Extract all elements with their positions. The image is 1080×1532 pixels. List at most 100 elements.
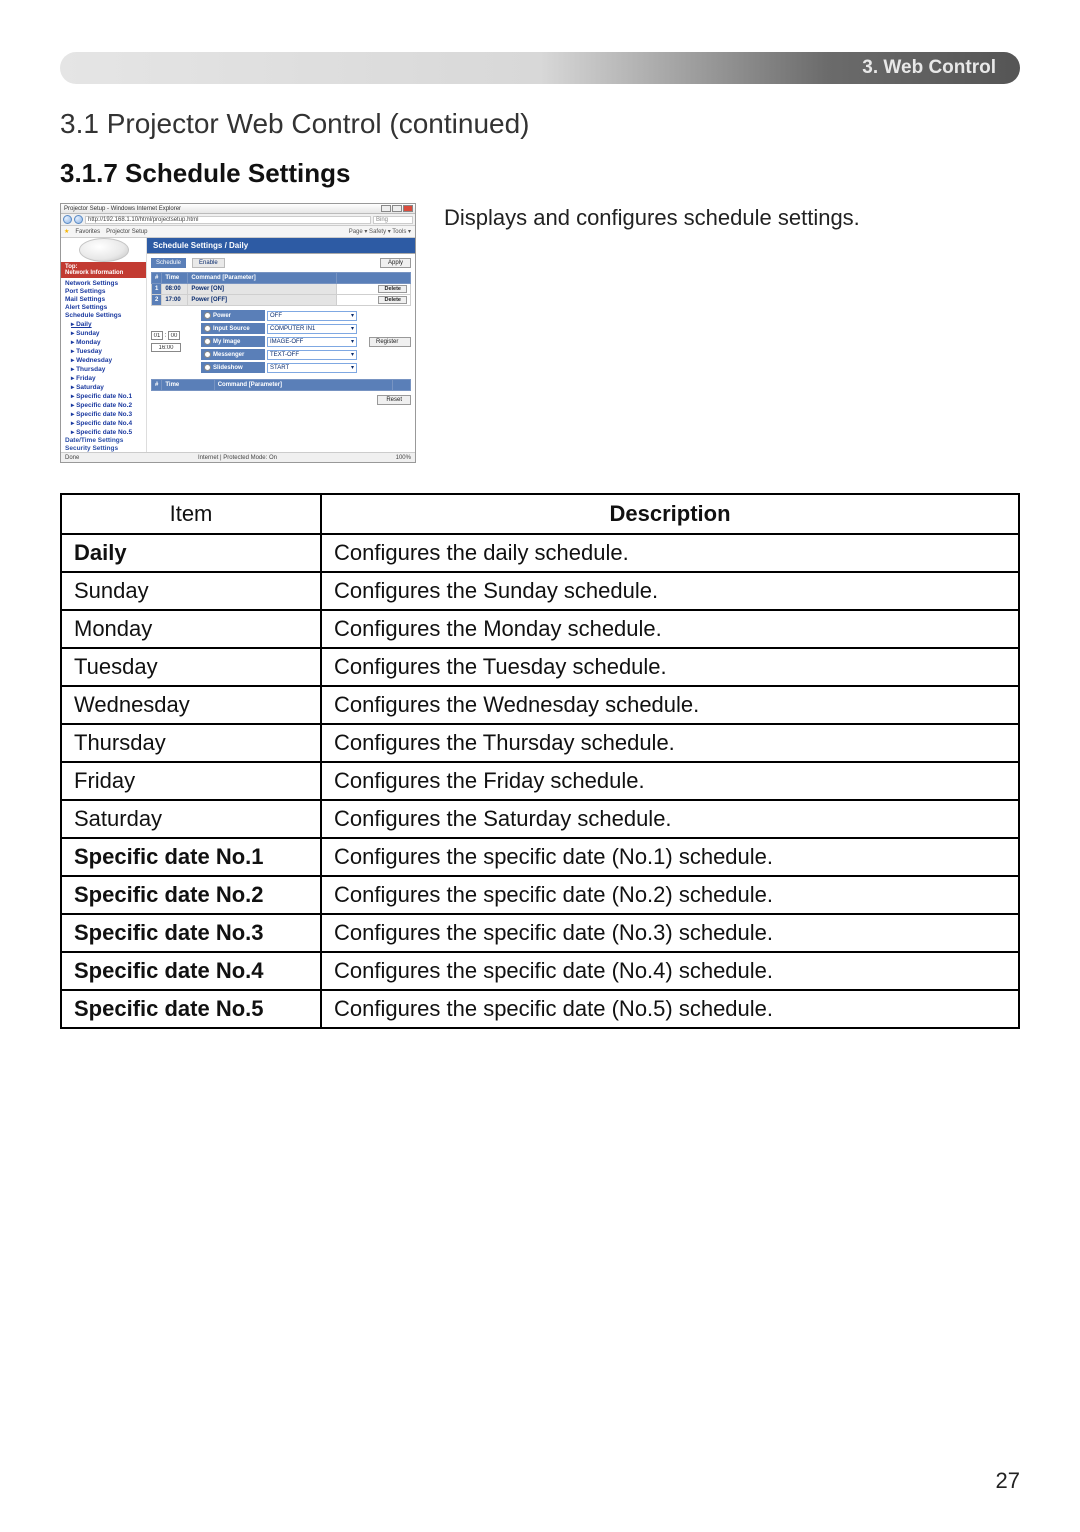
- subsection-title: 3.1.7 Schedule Settings: [60, 158, 1020, 189]
- sidebar-subitem[interactable]: ▸ Specific date No.1: [65, 392, 142, 400]
- th-action: [337, 273, 411, 284]
- param-label: Input Source: [201, 323, 265, 334]
- sidebar-item[interactable]: Mail Settings: [65, 296, 142, 303]
- param-select[interactable]: TEXT-OFF: [267, 350, 357, 360]
- sidebar-subitem[interactable]: ▸ Specific date No.5: [65, 428, 142, 436]
- table-item: Thursday: [62, 725, 320, 761]
- th-num: #: [152, 273, 162, 284]
- chapter-header-label: 3. Web Control: [862, 57, 996, 79]
- row-num: 2: [152, 295, 162, 306]
- th-num-2: #: [152, 380, 162, 391]
- param-select[interactable]: OFF: [267, 311, 357, 321]
- hour-input[interactable]: [151, 331, 163, 340]
- table-desc: Configures the Friday schedule.: [322, 763, 1018, 799]
- favorites-icon[interactable]: ★: [64, 228, 69, 235]
- description-table: Item Description DailyConfigures the dai…: [60, 493, 1020, 1029]
- sidebar-top[interactable]: Top: Network Information: [61, 262, 146, 278]
- table-item: Sunday: [62, 573, 320, 609]
- table-row: Specific date No.2Configures the specifi…: [62, 877, 1018, 913]
- param-select[interactable]: IMAGE-OFF: [267, 337, 357, 347]
- radio-icon[interactable]: [204, 325, 211, 332]
- sidebar-subitem[interactable]: ▸ Monday: [65, 338, 142, 346]
- status-zoom: 100%: [396, 455, 411, 461]
- embedded-screenshot: Projector Setup - Windows Internet Explo…: [60, 203, 416, 463]
- toolbar-menus[interactable]: Page ▾ Safety ▾ Tools ▾: [349, 228, 415, 235]
- table-header-desc: Description: [322, 495, 1018, 533]
- param-label: My Image: [201, 336, 265, 347]
- window-buttons[interactable]: [381, 205, 413, 212]
- sidebar-subitem[interactable]: ▸ Wednesday: [65, 356, 142, 364]
- table-header-item: Item: [62, 495, 320, 533]
- table-row: Specific date No.1Configures the specifi…: [62, 839, 1018, 875]
- table-row: Specific date No.3Configures the specifi…: [62, 915, 1018, 951]
- sidebar-subitem[interactable]: ▸ Friday: [65, 374, 142, 382]
- sidebar-subitem[interactable]: ▸ Thursday: [65, 365, 142, 373]
- sidebar-item[interactable]: Network Settings: [65, 280, 142, 287]
- panel-title: Schedule Settings / Daily: [147, 238, 415, 254]
- sidebar-nav: Network SettingsPort SettingsMail Settin…: [61, 278, 146, 454]
- table-desc: Configures the specific date (No.5) sche…: [322, 991, 1018, 1027]
- table-row: TuesdayConfigures the Tuesday schedule.: [62, 649, 1018, 685]
- param-select[interactable]: COMPUTER IN1: [267, 324, 357, 334]
- table-desc: Configures the daily schedule.: [322, 535, 1018, 571]
- radio-icon[interactable]: [204, 364, 211, 371]
- sidebar-subitem[interactable]: ▸ Specific date No.2: [65, 401, 142, 409]
- sidebar-subitem[interactable]: ▸ Specific date No.3: [65, 410, 142, 418]
- close-icon[interactable]: [403, 205, 413, 212]
- table-desc: Configures the Saturday schedule.: [322, 801, 1018, 837]
- tab-label[interactable]: Projector Setup: [106, 229, 147, 235]
- enable-toggle[interactable]: Enable: [192, 258, 225, 268]
- sidebar-item[interactable]: Port Settings: [65, 288, 142, 295]
- sidebar-item[interactable]: Date/Time Settings: [65, 437, 142, 444]
- table-desc: Configures the Sunday schedule.: [322, 573, 1018, 609]
- table-desc: Configures the specific date (No.3) sche…: [322, 915, 1018, 951]
- row-time: 08:00: [162, 284, 188, 295]
- schedule-row: 108:00Power [ON] Delete: [152, 284, 411, 295]
- sidebar-item[interactable]: Security Settings: [65, 445, 142, 452]
- param-grid: : PowerOFFInput SourceCOMPUTER IN1My Ima…: [151, 310, 411, 373]
- param-label: Slideshow: [201, 362, 265, 373]
- sidebar-subitem[interactable]: ▸ Saturday: [65, 383, 142, 391]
- back-icon[interactable]: [63, 215, 72, 224]
- url-field[interactable]: http://192.168.1.10/html/projectsetup.ht…: [85, 216, 371, 224]
- table-item: Specific date No.2: [62, 877, 320, 913]
- table-row: SaturdayConfigures the Saturday schedule…: [62, 801, 1018, 837]
- sidebar-item[interactable]: Schedule Settings: [65, 312, 142, 319]
- radio-icon[interactable]: [204, 351, 211, 358]
- table-desc: Configures the specific date (No.1) sche…: [322, 839, 1018, 875]
- register-button[interactable]: Register: [369, 337, 411, 347]
- apply-button[interactable]: Apply: [380, 258, 411, 268]
- table-row: MondayConfigures the Monday schedule.: [62, 611, 1018, 647]
- forward-icon[interactable]: [74, 215, 83, 224]
- param-select[interactable]: START: [267, 363, 357, 373]
- row-num: 1: [152, 284, 162, 295]
- status-mid: Internet | Protected Mode: On: [198, 455, 277, 461]
- minimize-icon[interactable]: [381, 205, 391, 212]
- sidebar-subitem[interactable]: ▸ Daily: [65, 320, 142, 328]
- th-time: Time: [162, 273, 188, 284]
- sidebar-subitem[interactable]: ▸ Specific date No.4: [65, 419, 142, 427]
- table-desc: Configures the Thursday schedule.: [322, 725, 1018, 761]
- search-field[interactable]: Bing: [373, 216, 413, 224]
- time-input[interactable]: [151, 343, 181, 352]
- content-row: Projector Setup - Windows Internet Explo…: [60, 203, 1020, 463]
- sidebar-subitem[interactable]: ▸ Sunday: [65, 329, 142, 337]
- reset-button[interactable]: Reset: [377, 395, 411, 405]
- schedule-label: Schedule: [151, 258, 186, 268]
- maximize-icon[interactable]: [392, 205, 402, 212]
- sidebar-subitem[interactable]: ▸ Tuesday: [65, 347, 142, 355]
- delete-button[interactable]: Delete: [378, 296, 407, 304]
- th-cmd: Command [Parameter]: [188, 273, 337, 284]
- sidebar-item[interactable]: Alert Settings: [65, 304, 142, 311]
- schedule-table: # Time Command [Parameter] 108:00Power […: [151, 272, 411, 306]
- table-item: Tuesday: [62, 649, 320, 685]
- radio-icon[interactable]: [204, 312, 211, 319]
- table-row: Specific date No.4Configures the specifi…: [62, 953, 1018, 989]
- minute-input[interactable]: [168, 331, 180, 340]
- schedule-enable-row: Schedule Enable Apply: [151, 258, 411, 268]
- radio-icon[interactable]: [204, 338, 211, 345]
- row-cmd: Power [ON]: [188, 284, 337, 295]
- sidebar-top-b: Network Information: [65, 270, 142, 276]
- delete-button[interactable]: Delete: [378, 285, 407, 293]
- window-titlebar: Projector Setup - Windows Internet Explo…: [61, 204, 415, 214]
